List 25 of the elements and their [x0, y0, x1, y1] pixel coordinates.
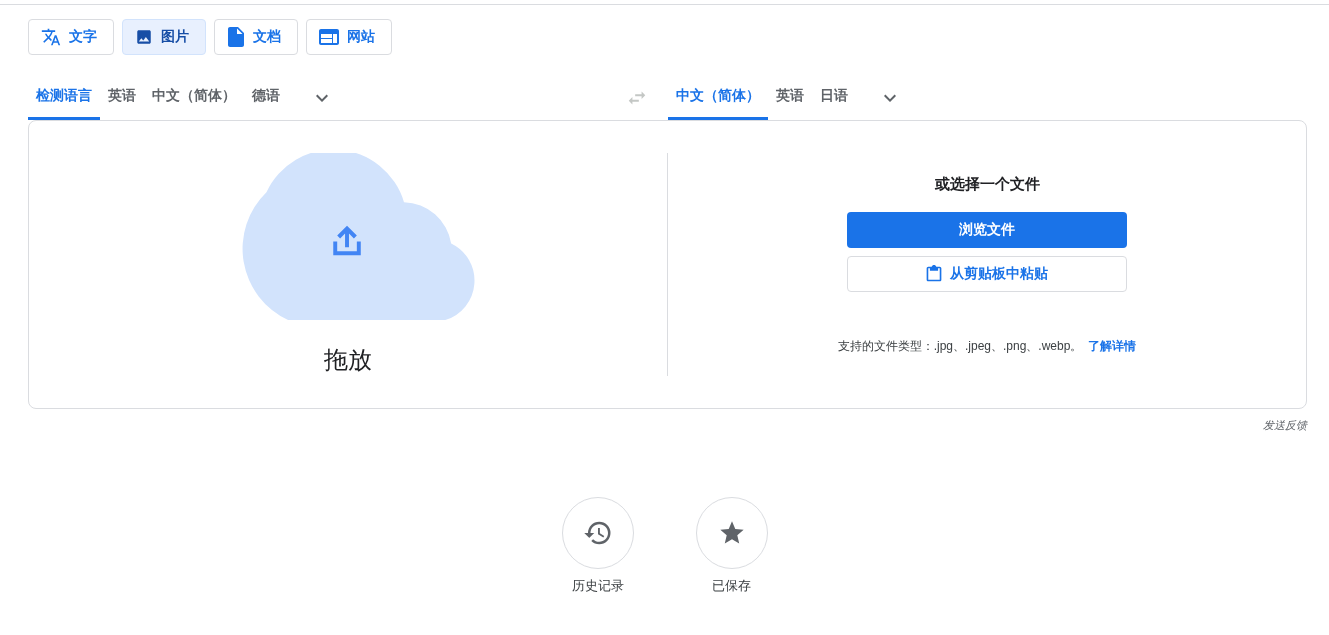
language-tab[interactable]: 检测语言 — [28, 75, 100, 120]
learn-more-link[interactable]: 了解详情 — [1088, 338, 1137, 355]
drop-zone-label: 拖放 — [324, 345, 372, 375]
mode-tab[interactable]: 文档 — [214, 19, 298, 55]
mode-tab[interactable]: 文字 — [28, 19, 114, 55]
mode-tab[interactable]: 网站 — [306, 19, 392, 55]
language-tab[interactable]: 英语 — [767, 75, 812, 120]
supported-file-types-text: 支持的文件类型：.jpg、.jpeg、.png、.webp。 — [837, 338, 1083, 355]
language-tab[interactable]: 英语 — [100, 75, 144, 120]
choose-file-heading: 或选择一个文件 — [934, 175, 1040, 194]
mode-tab[interactable]: 图片 — [122, 19, 206, 55]
language-tab[interactable]: 德语 — [244, 75, 288, 120]
web-page-icon — [319, 28, 339, 46]
shortcut-label: 历史记录 — [571, 577, 624, 595]
paste-from-clipboard-button[interactable]: 从剪贴板中粘贴 — [847, 256, 1127, 292]
document-icon — [227, 27, 245, 47]
language-tab[interactable]: 中文（简体） — [667, 75, 768, 120]
send-feedback-link[interactable]: 发送反馈 — [1263, 418, 1307, 433]
clipboard-icon — [926, 265, 942, 283]
language-tab[interactable]: 日语 — [811, 75, 856, 120]
image-icon — [135, 28, 153, 46]
shortcut-label: 已保存 — [712, 577, 751, 595]
translate-icon — [41, 27, 61, 47]
browse-files-button[interactable]: 浏览文件 — [847, 212, 1127, 248]
language-tab[interactable]: 中文（简体） — [144, 75, 244, 120]
